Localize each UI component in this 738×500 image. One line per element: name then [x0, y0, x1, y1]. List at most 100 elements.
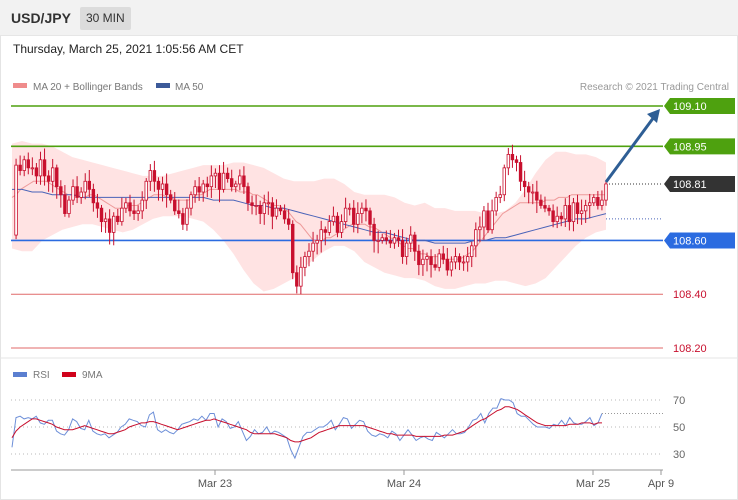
ma50-legend-label: MA 50: [175, 82, 204, 93]
candle-body: [103, 218, 108, 223]
candle-body: [315, 240, 319, 244]
rsi-legend-swatch: [13, 372, 27, 377]
rsi-tick-70: 70: [673, 395, 685, 407]
candle-body: [55, 167, 59, 188]
candle-body: [518, 162, 523, 182]
candle-body: [461, 261, 466, 264]
candle-body: [339, 221, 344, 233]
candle-body: [112, 215, 116, 233]
candle-body: [417, 250, 421, 266]
candle-body: [575, 202, 580, 214]
candle-body: [583, 205, 588, 212]
candle-body: [384, 237, 389, 241]
candle-body: [75, 186, 79, 198]
candle-body: [453, 256, 458, 263]
candle-body: [26, 159, 30, 169]
price-pane: 109.10 108.95 108.81 108.60 108.40 108.20: [11, 98, 735, 355]
candle-body: [160, 183, 165, 190]
candle-body: [327, 221, 332, 233]
candle-body: [510, 153, 515, 161]
level-108-81-label: 108.81: [673, 179, 707, 191]
candle-body: [132, 210, 136, 214]
projection-arrowhead: [647, 109, 660, 123]
candle-body: [205, 183, 209, 188]
candle-body: [59, 186, 63, 196]
candle-body: [18, 164, 22, 171]
candle-body: [120, 207, 124, 223]
candle-body: [347, 207, 352, 210]
ma50-legend-swatch: [156, 83, 170, 88]
candle-body: [514, 159, 519, 163]
candle-body: [34, 167, 39, 177]
candle-body: [498, 194, 502, 198]
candle-body: [91, 188, 96, 204]
candle-body: [152, 170, 157, 182]
candle-body: [173, 199, 177, 212]
candle-body: [185, 207, 189, 225]
candle-body: [311, 242, 315, 252]
candle-body: [547, 207, 551, 212]
candle-body: [254, 205, 258, 207]
candle-body: [270, 202, 275, 217]
candle-body: [238, 175, 242, 185]
candle-body: [543, 205, 547, 209]
candle-body: [148, 170, 153, 182]
candle-body: [368, 210, 372, 225]
level-108-60-label: 108.60: [673, 235, 707, 247]
candle-body: [234, 183, 238, 188]
candle-body: [539, 199, 543, 206]
candle-body: [156, 180, 161, 190]
candle-body: [404, 242, 409, 257]
candle-body: [441, 253, 445, 260]
candle-body: [168, 194, 173, 201]
candle-body: [67, 199, 71, 214]
candle-body: [217, 172, 222, 190]
candle-body: [400, 240, 405, 257]
candle-body: [95, 202, 100, 209]
candle-body: [63, 194, 67, 214]
candle-body: [303, 256, 307, 268]
candle-body: [551, 210, 555, 223]
candle-body: [282, 210, 287, 220]
candle-body: [567, 205, 572, 223]
candle-body: [307, 250, 311, 257]
candle-body: [116, 215, 120, 223]
candle-body: [140, 199, 144, 212]
candle-body: [335, 215, 340, 233]
candle-body: [164, 183, 169, 196]
rsi-line: [11, 397, 603, 460]
candle-body: [71, 186, 75, 201]
candle-body: [107, 218, 112, 233]
candle-body: [486, 210, 490, 231]
candle-body: [250, 202, 254, 206]
candle-body: [555, 215, 559, 223]
candle-body: [429, 256, 433, 266]
candle-body: [596, 197, 600, 206]
ma20-legend-swatch: [13, 83, 27, 88]
candle-body: [494, 197, 498, 212]
candle-body: [421, 258, 425, 266]
candle-body: [571, 202, 576, 223]
candle-body: [376, 240, 380, 242]
candle-body: [470, 245, 474, 257]
candle-body: [242, 175, 246, 188]
projection-arrow: [604, 116, 656, 183]
candle-body: [372, 223, 376, 241]
ma20-legend-label: MA 20 + Bollinger Bands: [33, 82, 143, 93]
candle-body: [396, 237, 401, 241]
time-tick-label: Apr 9: [648, 478, 674, 490]
candle-body: [14, 164, 18, 236]
candle-body: [380, 237, 384, 241]
candle-body: [343, 207, 348, 223]
candle-body: [522, 180, 527, 188]
candle-body: [38, 159, 43, 177]
time-tick-label: Mar 23: [198, 478, 232, 490]
candle-body: [22, 159, 26, 171]
candle-body: [262, 202, 266, 214]
candle-body: [535, 191, 539, 201]
candle-body: [490, 210, 494, 231]
candle-body: [30, 167, 35, 170]
candle-body: [457, 256, 462, 263]
candle-body: [502, 167, 506, 196]
candle-body: [356, 213, 360, 225]
